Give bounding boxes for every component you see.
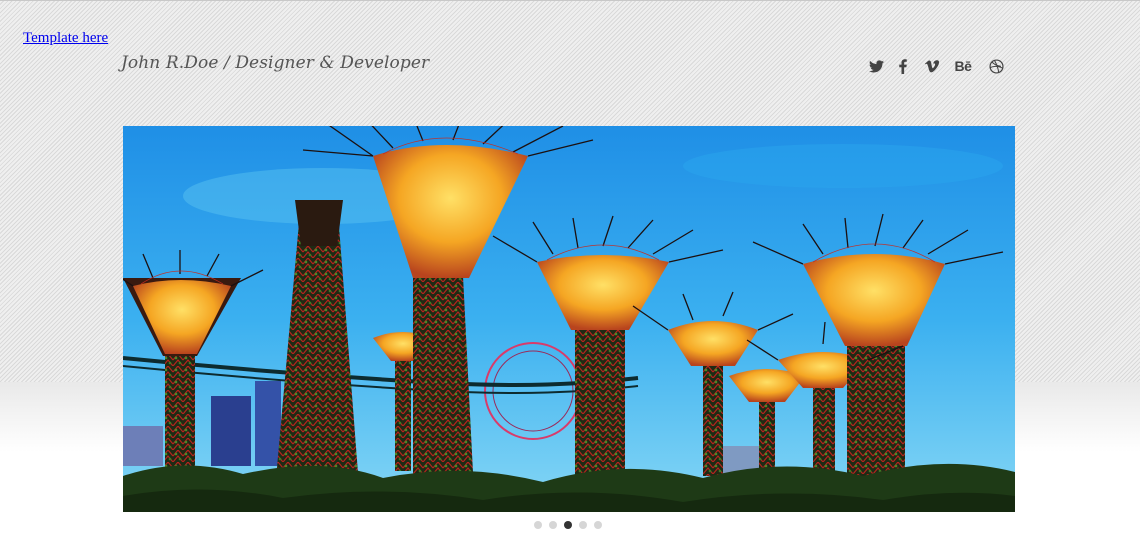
twitter-icon[interactable]: [866, 56, 886, 76]
image-slider[interactable]: [123, 126, 1015, 512]
slider-dot-2[interactable]: [549, 521, 557, 529]
slider-dot-1[interactable]: [534, 521, 542, 529]
social-links: Bē: [866, 56, 1004, 76]
template-link[interactable]: Template here: [23, 30, 108, 47]
page: Template here John R.Doe / Designer & De…: [0, 0, 1140, 540]
supertree-grove-photo: [123, 126, 1015, 512]
slider-dot-5[interactable]: [594, 521, 602, 529]
vimeo-icon[interactable]: [924, 56, 940, 76]
site-title: John R.Doe / Designer & Developer: [121, 53, 430, 73]
slider-pagination: [534, 521, 609, 529]
slider-dot-4[interactable]: [579, 521, 587, 529]
slider-dot-3-active[interactable]: [564, 521, 572, 529]
facebook-icon[interactable]: [896, 56, 910, 76]
behance-icon[interactable]: Bē: [952, 56, 974, 76]
dribbble-icon[interactable]: [988, 56, 1004, 76]
